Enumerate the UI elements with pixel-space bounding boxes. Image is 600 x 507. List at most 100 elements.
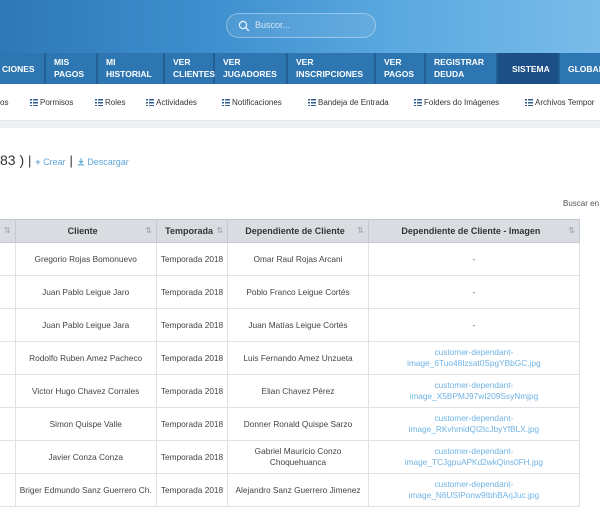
sort-icon: ⇅ bbox=[3, 226, 11, 235]
subnav-item-bandeja[interactable]: Bandeja de Entrada bbox=[308, 98, 389, 107]
tab-label: PAGOS bbox=[54, 69, 85, 79]
table-row[interactable]: Javier Conza Conza Temporada 2018 Gabrie… bbox=[0, 440, 581, 474]
table-row[interactable]: Juan Pablo Leigue Jaro Temporada 2018 Po… bbox=[0, 275, 581, 309]
cell-temporada: Temporada 2018 bbox=[155, 242, 229, 276]
header-label: Temporada bbox=[165, 226, 213, 236]
cell-dependiente: Donner Ronald Quispe Sarzo bbox=[227, 407, 369, 441]
cell-cliente: Briger Edmundo Sanz Guerrero Ch. bbox=[14, 473, 157, 507]
tab-label: HISTORIAL bbox=[106, 69, 152, 79]
crear-label: Crear bbox=[43, 157, 66, 167]
tab-registrar-deuda[interactable]: REGISTRAR DEUDA bbox=[426, 53, 498, 84]
column-header-cliente[interactable]: Cliente ⇅ bbox=[14, 219, 157, 243]
cell-temporada: Temporada 2018 bbox=[155, 341, 229, 375]
tab-label: CLIENTES bbox=[173, 69, 216, 79]
cell-imagen: - bbox=[367, 275, 581, 309]
cell-id bbox=[0, 473, 16, 507]
cell-dependiente: Poblo Franco Leigue Cortés bbox=[227, 275, 369, 309]
tab-sistema[interactable]: SISTEMA bbox=[498, 53, 560, 84]
cell-id bbox=[0, 242, 16, 276]
list-icon bbox=[146, 99, 154, 106]
cell-id bbox=[0, 440, 16, 474]
cell-cliente: Victor Hugo Chavez Corrales bbox=[14, 374, 157, 408]
tab-ver-pagos[interactable]: VER PAGOS bbox=[376, 53, 426, 84]
crear-link[interactable]: + Crear bbox=[35, 157, 65, 167]
header-label: Dependiente de Cliente - Imagen bbox=[401, 226, 541, 236]
separator: | bbox=[69, 153, 73, 168]
subnav-label: Actividades bbox=[156, 98, 197, 107]
cell-dependiente: Elian Chavez Pérez bbox=[227, 374, 369, 408]
download-icon bbox=[77, 158, 84, 166]
cell-dependiente: Omar Raul Rojas Arcani bbox=[227, 242, 369, 276]
image-link[interactable]: customer-dependant-image_X5BPMJ97wI209Ss… bbox=[367, 374, 581, 408]
cell-id bbox=[0, 275, 16, 309]
column-header-imagen[interactable]: Dependiente de Cliente - Imagen ⇅ bbox=[367, 219, 581, 243]
column-header-temporada[interactable]: Temporada ⇅ bbox=[155, 219, 229, 243]
tab-label: JUGADORES bbox=[223, 69, 277, 79]
cell-temporada: Temporada 2018 bbox=[155, 407, 229, 441]
table-row[interactable]: Gregorio Rojas Bomonuevo Temporada 2018 … bbox=[0, 242, 581, 276]
tab-ver-clientes[interactable]: VER CLIENTES bbox=[165, 53, 215, 84]
tab-global[interactable]: GLOBAL bbox=[560, 53, 600, 84]
table-row[interactable]: Rodolfo Ruben Amez Pacheco Temporada 201… bbox=[0, 341, 581, 375]
tab-mi-historial[interactable]: MI HISTORIAL bbox=[98, 53, 165, 84]
list-icon bbox=[525, 99, 533, 106]
tab-ver-jugadores[interactable]: VER JUGADORES bbox=[215, 53, 288, 84]
buscar-label: Buscar en bbox=[563, 199, 600, 208]
cell-temporada: Temporada 2018 bbox=[155, 440, 229, 474]
cell-id bbox=[0, 374, 16, 408]
cell-dependiente: Alejandro Sanz Guerrero Jimenez bbox=[227, 473, 369, 507]
table-row[interactable]: Briger Edmundo Sanz Guerrero Ch. Tempora… bbox=[0, 473, 581, 507]
tab-ver-inscripciones[interactable]: VER INSCRIPCIONES bbox=[288, 53, 376, 84]
search-box[interactable]: Buscor... bbox=[226, 13, 376, 38]
cell-id bbox=[0, 407, 16, 441]
subnav-item-roles[interactable]: Roles bbox=[95, 98, 125, 107]
cell-temporada: Temporada 2018 bbox=[155, 275, 229, 309]
tab-mis-pagos[interactable]: MIS PAGOS bbox=[46, 53, 98, 84]
subnav-item-notificaciones[interactable]: Notificaciones bbox=[222, 98, 282, 107]
subnav-item-usuarios[interactable]: os bbox=[0, 98, 8, 107]
top-header: Buscor... bbox=[0, 0, 600, 53]
list-icon bbox=[308, 99, 316, 106]
table-row[interactable]: Juan Pablo Leigue Jara Temporada 2018 Ju… bbox=[0, 308, 581, 342]
subnav-item-folders[interactable]: Folders do Imágenes bbox=[414, 98, 499, 107]
cell-temporada: Temporada 2018 bbox=[155, 308, 229, 342]
tab-label: MI bbox=[106, 57, 116, 67]
search-input[interactable]: Buscor... bbox=[255, 20, 290, 30]
cell-imagen: - bbox=[367, 308, 581, 342]
tab-label: PAGOS bbox=[384, 69, 415, 79]
search-icon bbox=[238, 20, 250, 32]
subnav-item-actividades[interactable]: Actividades bbox=[146, 98, 197, 107]
cell-dependiente: Gabriel Mauricio Conzo Choquehuanca bbox=[227, 440, 369, 474]
cell-temporada: Temporada 2018 bbox=[155, 473, 229, 507]
table-row[interactable]: Victor Hugo Chavez Corrales Temporada 20… bbox=[0, 374, 581, 408]
tab-label: VER bbox=[384, 57, 402, 67]
cell-cliente: Javier Conza Conza bbox=[14, 440, 157, 474]
list-icon bbox=[30, 99, 38, 106]
cell-cliente: Juan Pablo Leigue Jara bbox=[14, 308, 157, 342]
list-icon bbox=[222, 99, 230, 106]
image-link[interactable]: customer-dependant-image_6Tuo48Izsat0Spg… bbox=[367, 341, 581, 375]
divider-strip bbox=[0, 121, 600, 128]
image-link[interactable]: customer-dependant-image_RKvhmidQI2tcJby… bbox=[367, 407, 581, 441]
header-label: Dependiente de Cliente bbox=[245, 226, 345, 236]
tab-label: VER bbox=[173, 57, 191, 67]
cell-cliente: Simon Quispe Valle bbox=[14, 407, 157, 441]
tab-label: VER bbox=[223, 57, 241, 67]
descargar-link[interactable]: Descargar bbox=[77, 157, 129, 167]
subnav-item-archivos[interactable]: Archivos Tempor bbox=[525, 98, 594, 107]
column-header-id[interactable]: ⇅ bbox=[0, 219, 16, 243]
column-header-dependiente[interactable]: Dependiente de Cliente ⇅ bbox=[227, 219, 369, 243]
sort-icon: ⇅ bbox=[216, 226, 224, 235]
subnav-item-permisos[interactable]: Pormisos bbox=[30, 98, 73, 107]
image-link[interactable]: customer-dependant-image_TCJgpuAPKd2wkQi… bbox=[367, 440, 581, 474]
cell-id bbox=[0, 341, 16, 375]
table-row[interactable]: Simon Quispe Valle Temporada 2018 Donner… bbox=[0, 407, 581, 441]
tab-label: MIS bbox=[54, 57, 70, 67]
sub-nav: os Pormisos Roles Actividades Notificaci… bbox=[0, 84, 600, 121]
subnav-label: os bbox=[0, 98, 9, 107]
image-link[interactable]: customer-dependant-image_N6USIPonw9IbhBA… bbox=[367, 473, 581, 507]
record-count: 83 ) bbox=[0, 152, 25, 168]
tab-inscripciones-partial[interactable]: CIONES bbox=[0, 53, 46, 84]
tab-label: DEUDA bbox=[434, 69, 465, 79]
data-table: ⇅ Cliente ⇅ Temporada ⇅ Dependiente de Cli… bbox=[0, 219, 581, 507]
